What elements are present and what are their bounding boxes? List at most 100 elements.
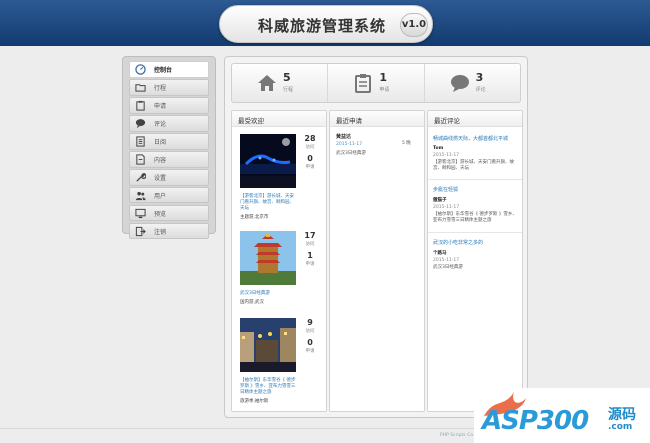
- popular-item[interactable]: 9 访问 0 申请 【袖尔斯】东华雪谷《 德步罗斯 》雪乡、亚布力雪雪三日精体主…: [240, 318, 324, 408]
- popular-column: 最受欢迎 28 访问 0 申请 【游客北京】游长城、天安门看升旗、故宫、颐和园、…: [231, 110, 327, 412]
- popular-heading: 最受欢迎: [232, 111, 326, 127]
- views-label: 访问: [305, 329, 315, 334]
- comment-user: Tom: [433, 146, 444, 151]
- comment-user: 傲猫子: [433, 198, 447, 203]
- sidebar-item-logout[interactable]: 注销: [129, 222, 209, 240]
- views-count: 9: [307, 318, 313, 327]
- comment-item[interactable]: 步艇在轻狐 傲猫子 2015-11-17 【袖尔斯】东华雪谷《 德步罗斯 》雪乡…: [433, 186, 521, 224]
- sidebar-item-label: 行程: [154, 84, 167, 92]
- requests-count: 1: [307, 251, 313, 260]
- watermark-domain: .com: [608, 422, 633, 432]
- sidebar-item-comments[interactable]: 评论: [129, 114, 209, 132]
- sidebar-item-log[interactable]: 日阅: [129, 132, 209, 150]
- sidebar-item-dashboard[interactable]: 控制台: [129, 61, 209, 78]
- views-label: 访问: [305, 145, 315, 150]
- views-label: 访问: [305, 242, 315, 247]
- comment-icon: [130, 116, 150, 130]
- main-panel: 5 行程 1 申请 3 评论 最受欢迎 28 访问 0 申请 【游客北京】游长城…: [224, 56, 528, 418]
- request-trip: 武汉3日经典游: [336, 151, 366, 156]
- stat-label: 申请: [379, 87, 390, 93]
- stat-requests[interactable]: 1 申请: [328, 64, 425, 102]
- destination-photo[interactable]: [240, 134, 296, 188]
- comment-title[interactable]: 畅城曲线燃天际，大都首都北平城: [433, 135, 521, 142]
- document-icon: [130, 134, 150, 148]
- comment-user: 个路马: [433, 251, 447, 256]
- popular-item[interactable]: 28 访问 0 申请 【游客北京】游长城、天安门看升旗、故宫、颐和园、天坛 主题…: [240, 134, 324, 224]
- sidebar-item-label: 申请: [154, 102, 167, 110]
- stat-label: 行程: [283, 87, 294, 93]
- sidebar-item-requests[interactable]: 申请: [129, 96, 209, 114]
- divider: [428, 179, 522, 180]
- destination-location: 旅游季,袖尔斯: [240, 399, 269, 404]
- request-days: 5 晚: [402, 141, 411, 146]
- version-badge: v1.0: [400, 13, 428, 37]
- sidebar-item-content[interactable]: 内容: [129, 150, 209, 168]
- sidebar-item-label: 控制台: [154, 66, 173, 74]
- sidebar-item-users[interactable]: 用户: [129, 186, 209, 204]
- destination-title[interactable]: 【袖尔斯】东华雪谷《 德步罗斯 》雪乡、亚布力雪雪三日精体主题之旅: [240, 378, 298, 396]
- requests-count: 0: [307, 338, 313, 347]
- destination-photo[interactable]: [240, 231, 296, 285]
- destination-title[interactable]: 【游客北京】游长城、天安门看升旗、故宫、颐和园、天坛: [240, 194, 298, 212]
- home-icon: [258, 75, 276, 91]
- requests-column: 最近申请 黄益达 5 晚 2015-11-17 武汉3日经典游: [329, 110, 425, 412]
- stat-trips[interactable]: 5 行程: [232, 64, 329, 102]
- comment-date: 2015-11-17: [433, 258, 460, 263]
- comment-date: 2015-11-17: [433, 205, 460, 210]
- destination-location: 国内游,武汉: [240, 300, 264, 305]
- stats-bar: 5 行程 1 申请 3 评论: [231, 63, 521, 103]
- requests-label: 申请: [305, 165, 315, 170]
- sidebar-item-label: 用户: [154, 192, 167, 200]
- comments-heading: 最近评论: [428, 111, 522, 127]
- stat-label: 评论: [475, 87, 486, 93]
- destination-title[interactable]: 武汉3日经典游: [240, 291, 298, 297]
- sidebar-item-label: 预览: [154, 210, 167, 218]
- sidebar-item-preview[interactable]: 预览: [129, 204, 209, 222]
- views-count: 28: [304, 134, 316, 143]
- footer-text[interactable]: PHP Scripts Co.: [440, 433, 474, 438]
- destination-photo[interactable]: [240, 318, 296, 372]
- monitor-icon: [130, 206, 150, 220]
- sidebar-item-label: 日阅: [154, 138, 167, 146]
- app-title-pill: 科威旅游管理系统 v1.0: [219, 5, 433, 43]
- stat-value: 3: [475, 71, 484, 84]
- views-count: 17: [304, 231, 316, 240]
- comment-date: 2015-11-17: [433, 153, 460, 158]
- comment-body: 【游客北京】游长城、天安门看升旗、故宫、颐和园、天坛: [433, 160, 514, 171]
- stat-value: 5: [283, 71, 291, 84]
- comment-icon: [450, 75, 469, 92]
- wrench-icon: [130, 170, 150, 184]
- watermark-logo: ASP300 源码 .com: [474, 388, 650, 443]
- stat-comments[interactable]: 3 评论: [425, 64, 520, 102]
- logout-icon: [130, 224, 150, 238]
- clipboard-icon: [130, 98, 150, 112]
- comments-column: 最近评论 畅城曲线燃天际，大都首都北平城 Tom 2015-11-17 【游客北…: [427, 110, 523, 412]
- sidebar-item-settings[interactable]: 设置: [129, 168, 209, 186]
- comment-title[interactable]: 武汉的小吃非常之多的: [433, 239, 521, 246]
- stat-value: 1: [379, 71, 387, 84]
- comment-body: 【袖尔斯】东华雪谷《 德步罗斯 》雪乡、亚布力雪雪三日精体主题之旅: [433, 212, 517, 223]
- comment-title[interactable]: 步艇在轻狐: [433, 186, 521, 193]
- comment-item[interactable]: 武汉的小吃非常之多的 个路马 2015-11-17 武汉3日经典游: [433, 239, 521, 271]
- comment-item[interactable]: 畅城曲线燃天际，大都首都北平城 Tom 2015-11-17 【游客北京】游长城…: [433, 135, 521, 172]
- folder-icon: [130, 80, 150, 94]
- sidebar-item-trips[interactable]: 行程: [129, 78, 209, 96]
- requests-count: 0: [307, 154, 313, 163]
- sidebar-item-label: 评论: [154, 120, 167, 128]
- requests-heading: 最近申请: [330, 111, 424, 127]
- requests-label: 申请: [305, 349, 315, 354]
- destination-location: 主题游,北京市: [240, 215, 269, 220]
- sidebar-item-label: 注销: [154, 228, 167, 236]
- users-icon: [130, 188, 150, 202]
- popular-item[interactable]: 17 访问 1 申请 武汉3日经典游 国内游,武汉: [240, 231, 324, 311]
- sidebar-item-label: 内容: [154, 156, 167, 164]
- page-icon: [130, 152, 150, 166]
- dashboard-icon: [130, 62, 150, 76]
- request-name[interactable]: 黄益达: [336, 133, 351, 140]
- sidebar-item-label: 设置: [154, 174, 167, 182]
- request-date: 2015-11-17: [336, 142, 363, 147]
- app-title: 科威旅游管理系统: [258, 17, 387, 35]
- divider: [428, 232, 522, 233]
- sidebar: 控制台 行程 申请 评论 日阅 内容 设置 用户 预览 注销: [122, 56, 216, 240]
- clipboard-icon: [355, 74, 372, 93]
